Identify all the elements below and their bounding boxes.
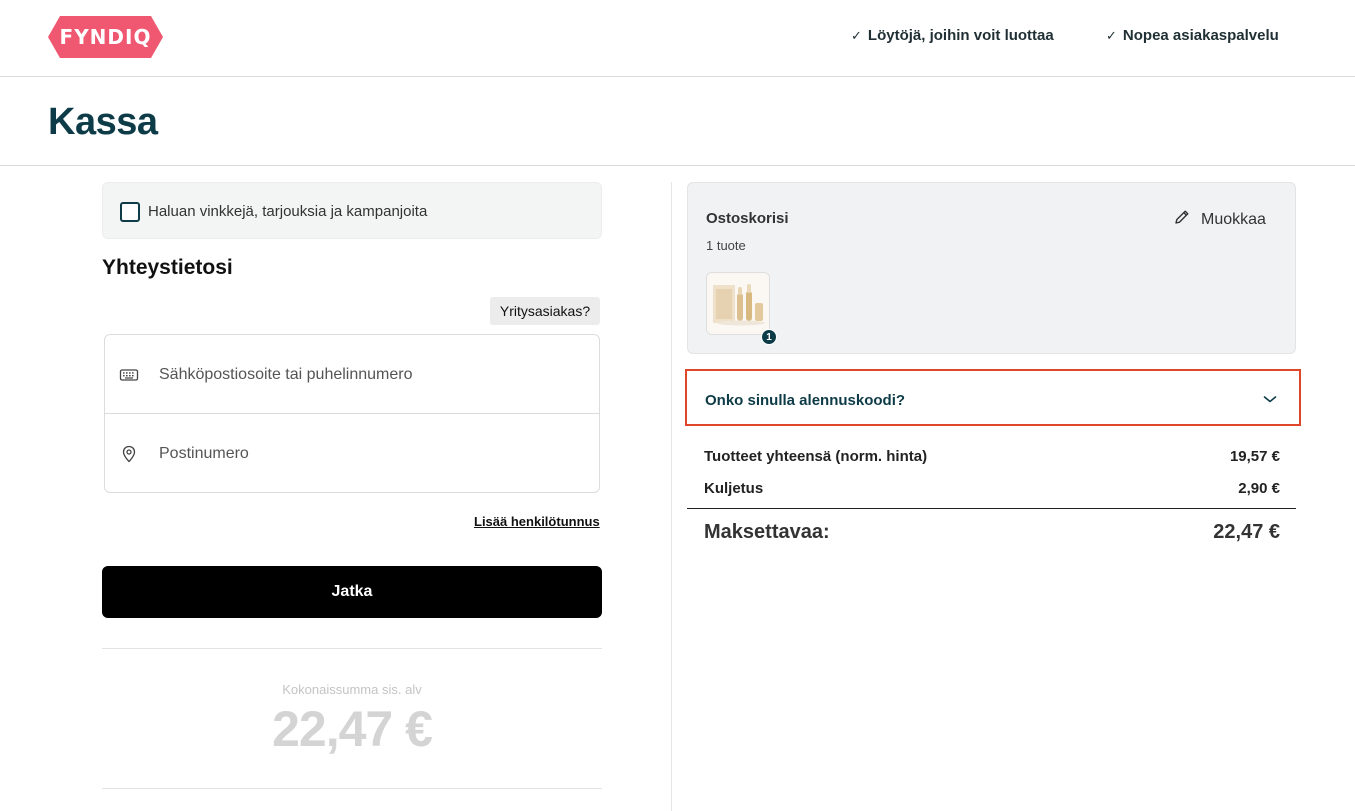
discount-code-toggle[interactable]: Onko sinulla alennuskoodi? [685,369,1301,426]
newsletter-label[interactable]: Haluan vinkkejä, tarjouksia ja kampanjoi… [148,203,427,220]
cart-summary: Ostoskorisi 1 tuote Muokkaa 1 [687,182,1296,354]
continue-button[interactable]: Jatka [102,566,602,618]
page-title: Kassa [48,101,158,143]
email-phone-field[interactable]: Sähköpostiosoite tai puhelinnumero [105,335,599,414]
add-personal-id-link[interactable]: Lisää henkilötunnus [474,514,600,529]
email-phone-placeholder[interactable]: Sähköpostiosoite tai puhelinnumero [159,366,413,384]
summary-label: Tuotteet yhteensä (norm. hinta) [704,448,928,465]
edit-cart-button[interactable]: Muokkaa [1173,208,1266,231]
amount-due-value: 22,47 € [1213,521,1280,543]
product-thumbnail[interactable] [706,272,770,335]
site-header: FYNDIQ ✓ Löytöjä, joihin voit luottaa ✓ … [0,0,1355,77]
products-total-row: Tuotteet yhteensä (norm. hinta) 19,57 € [704,448,1280,465]
newsletter-checkbox[interactable] [120,202,140,222]
total-incl-vat-label: Kokonaissumma sis. alv [282,682,422,697]
shipping-row: Kuljetus 2,90 € [704,480,1280,497]
discount-code-label[interactable]: Onko sinulla alennuskoodi? [705,392,905,409]
edit-cart-label[interactable]: Muokkaa [1201,211,1266,229]
postal-code-placeholder[interactable]: Postinumero [159,445,249,463]
column-divider [671,182,672,811]
logo-text: FYNDIQ [59,25,152,49]
amount-due-row: Maksettavaa: 22,47 € [704,521,1280,544]
postal-code-field[interactable]: Postinumero [105,414,599,493]
summary-value: 2,90 € [1238,480,1280,497]
summary-divider [687,508,1296,509]
summary-value: 19,57 € [1229,448,1280,465]
chevron-down-icon[interactable] [1262,391,1278,407]
amount-due-label: Maksettavaa: [704,521,830,543]
cart-title: Ostoskorisi [706,210,789,227]
quantity-badge: 1 [761,329,777,345]
total-incl-vat-amount: 22,47 € [272,701,433,757]
company-customer-button[interactable]: Yritysasiakas? [490,297,600,325]
usp-label: Löytöjä, joihin voit luottaa [867,27,1054,44]
check-icon: ✓ [1106,27,1117,43]
check-icon: ✓ [851,27,862,43]
contact-fields: Sähköpostiosoite tai puhelinnumero Posti… [104,334,600,493]
location-pin-icon [119,444,139,464]
contact-heading: Yhteystietosi [102,256,233,279]
fyndiq-logo[interactable]: FYNDIQ [48,16,163,58]
usp-trusted-finds: ✓ Löytöjä, joihin voit luottaa [851,27,1054,44]
cart-item-count: 1 tuote [706,238,746,253]
keyboard-icon [119,365,139,385]
title-bar: Kassa [0,77,1355,166]
usp-label: Nopea asiakaspalvelu [1122,27,1279,44]
summary-label: Kuljetus [704,480,764,497]
divider [102,788,602,789]
pencil-icon [1173,208,1191,231]
usp-fast-support: ✓ Nopea asiakaspalvelu [1106,27,1279,44]
divider [102,648,602,649]
newsletter-optin[interactable]: Haluan vinkkejä, tarjouksia ja kampanjoi… [102,182,602,239]
